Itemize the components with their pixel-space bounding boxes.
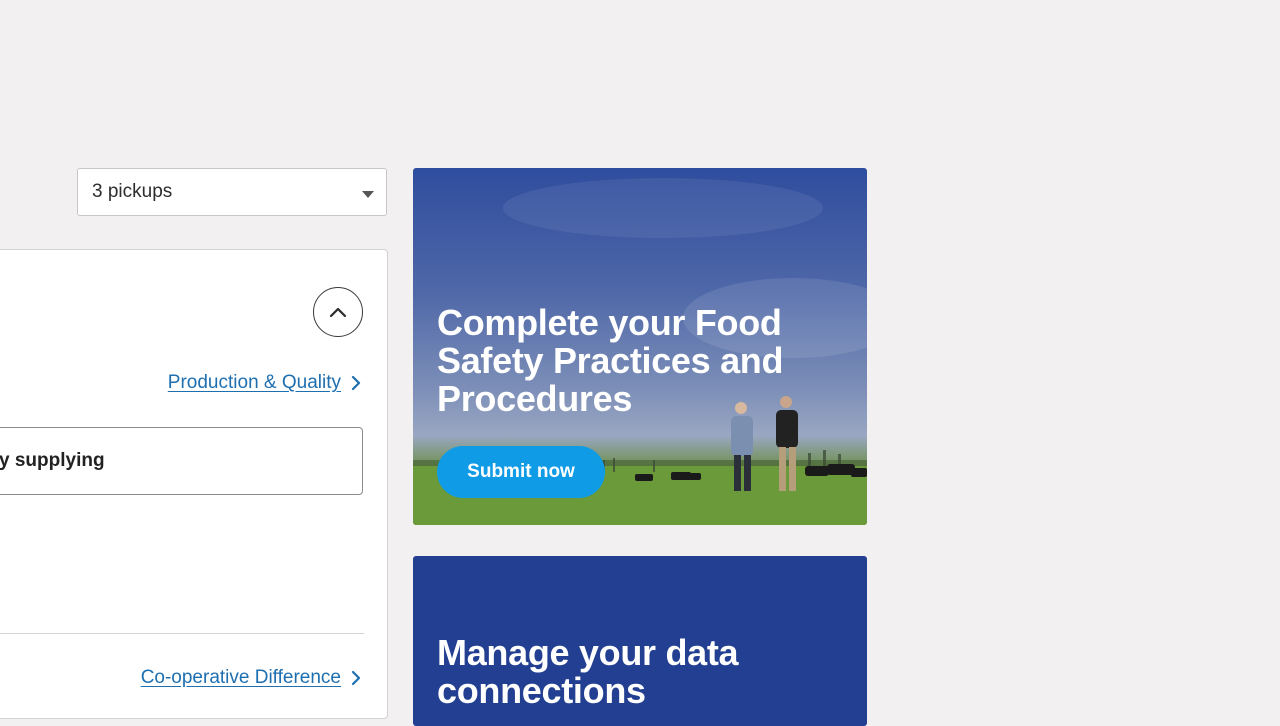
collapse-button[interactable] — [313, 287, 363, 337]
food-safety-promo-title: Complete your Food Safety Practices and … — [437, 302, 784, 419]
cooperative-difference-link[interactable]: Co-operative Difference — [141, 667, 361, 689]
cooperative-difference-label: Co-operative Difference — [140, 667, 341, 688]
data-connections-promo-card: Manage your data connections — [413, 556, 867, 726]
chevron-right-icon — [351, 670, 361, 686]
pickups-select[interactable]: 3 pickups — [77, 168, 387, 216]
chevron-up-icon — [329, 307, 347, 318]
production-quality-label: Production & Quality — [167, 372, 341, 393]
food-safety-promo-card: Complete your Food Safety Practices and … — [413, 168, 867, 525]
chevron-down-icon — [362, 191, 374, 198]
pickups-select-value: 3 pickups — [92, 181, 173, 202]
supply-field[interactable]: y supplying — [0, 427, 363, 495]
divider — [0, 633, 364, 634]
supply-field-text: y supplying — [0, 450, 105, 471]
data-connections-promo-title: Manage your data connections — [437, 632, 739, 711]
chevron-right-icon — [351, 375, 361, 391]
production-quality-link[interactable]: Production & Quality — [168, 372, 361, 394]
submit-now-button[interactable]: Submit now — [437, 446, 605, 498]
